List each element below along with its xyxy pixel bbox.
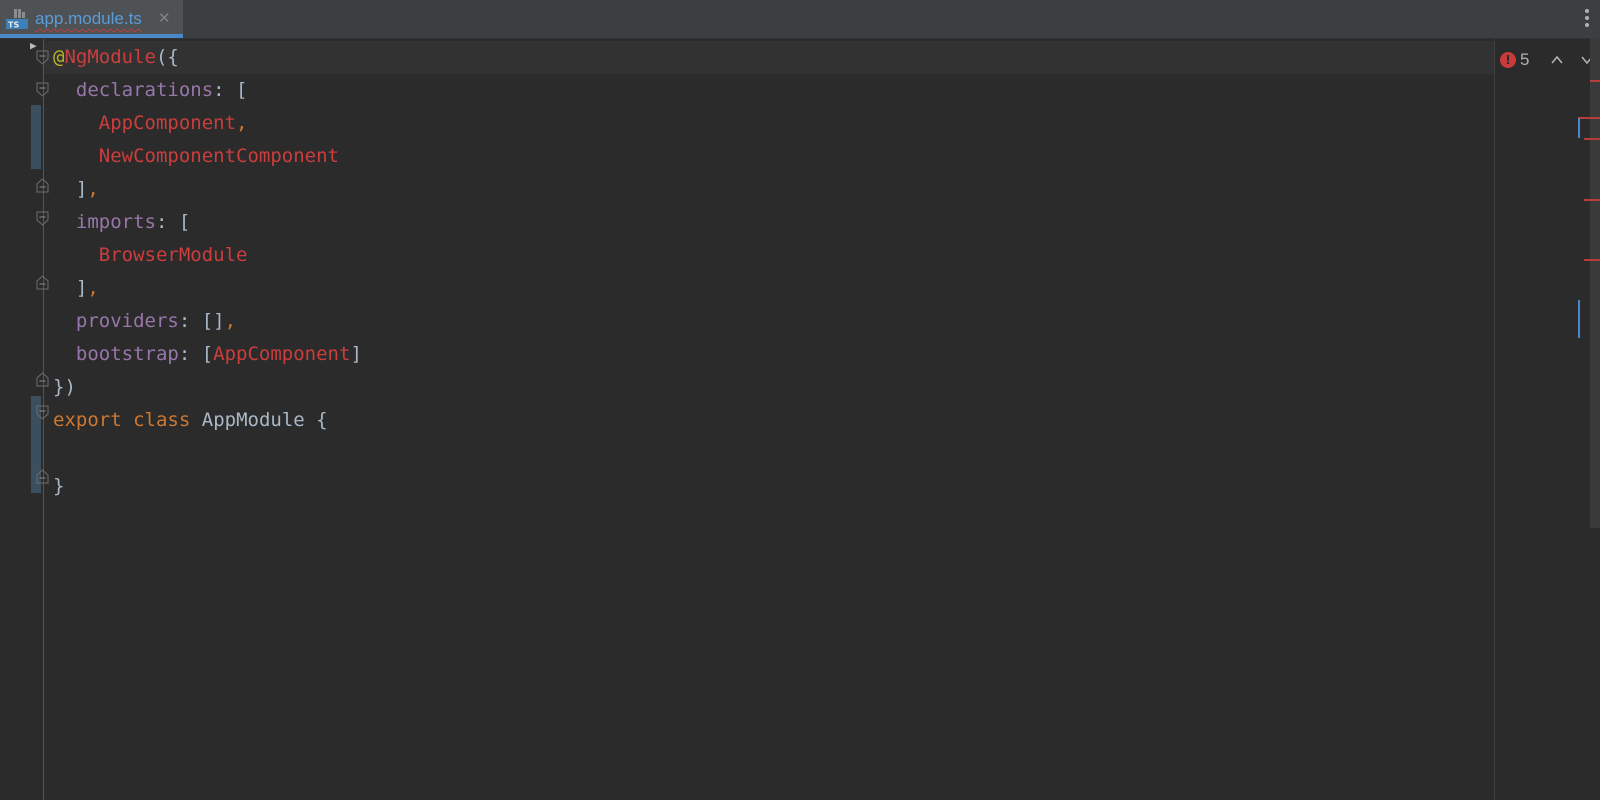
code-line-11: }) <box>53 371 76 404</box>
error-icon <box>1500 52 1516 68</box>
comma: , <box>236 112 248 134</box>
punctuation: ] <box>350 343 362 365</box>
comma: , <box>87 277 99 299</box>
close-icon[interactable]: ✕ <box>158 9 171 27</box>
property-key: declarations <box>75 79 214 101</box>
annotation-symbol: @ <box>53 46 65 68</box>
property-key: bootstrap <box>75 343 179 365</box>
decorator-name: NgModule <box>64 46 156 68</box>
error-stripe-mark[interactable] <box>1584 259 1600 261</box>
right-margin-guide <box>1494 39 1495 800</box>
error-stripe-mark[interactable] <box>1584 138 1600 140</box>
fold-open-icon[interactable] <box>36 50 49 65</box>
chevron-up-icon[interactable] <box>1550 53 1564 67</box>
fold-close-icon[interactable] <box>36 178 49 193</box>
fold-close-icon[interactable] <box>36 275 49 290</box>
fold-close-icon[interactable] <box>36 469 49 484</box>
code-line-3: AppComponent, <box>53 107 248 140</box>
punctuation: : [ <box>178 343 214 365</box>
svg-text:TS: TS <box>8 21 19 30</box>
typescript-file-icon: TS <box>6 9 28 30</box>
code-editor[interactable]: ▶ @NgModule({ declarations: [ AppCompone… <box>0 39 1600 800</box>
unresolved-identifier: AppComponent <box>213 343 351 365</box>
code-line-9: providers: [], <box>53 305 236 338</box>
error-count: 5 <box>1520 50 1530 69</box>
error-stripe-mark[interactable] <box>1578 117 1600 119</box>
tab-label: app.module.ts <box>35 9 142 28</box>
more-options-icon[interactable] <box>1582 6 1592 30</box>
punctuation: ({ <box>155 46 179 68</box>
code-line-14: } <box>53 470 64 503</box>
keyword: class <box>133 409 191 431</box>
unresolved-identifier: AppComponent <box>98 112 237 134</box>
punctuation: }) <box>53 376 76 398</box>
error-stripe-mark[interactable] <box>1584 199 1600 201</box>
punctuation: ] <box>75 178 88 200</box>
class-name: AppModule <box>201 409 305 431</box>
code-line-6: imports: [ <box>53 206 190 239</box>
editor-tab-bar: TS app.module.ts ✕ <box>0 0 1600 39</box>
code-line-5: ], <box>53 173 99 206</box>
vertical-scrollbar[interactable] <box>1590 38 1600 528</box>
punctuation: { <box>316 409 328 431</box>
current-line-highlight <box>44 41 1494 74</box>
fold-open-icon[interactable] <box>36 211 49 226</box>
punctuation: : [] <box>178 310 225 332</box>
code-line-7: BrowserModule <box>53 239 248 272</box>
keyword: export <box>53 409 122 431</box>
punctuation: : [ <box>213 79 248 101</box>
unresolved-identifier: NewComponentComponent <box>98 145 339 167</box>
fold-close-icon[interactable] <box>36 372 49 387</box>
unresolved-identifier: BrowserModule <box>98 244 248 266</box>
punctuation: } <box>53 475 65 497</box>
fold-open-icon[interactable] <box>36 405 49 420</box>
code-line-12: export class AppModule { <box>53 404 328 437</box>
comma: , <box>224 310 237 332</box>
code-line-8: ], <box>53 272 99 305</box>
vcs-change-marker <box>31 105 41 169</box>
comma: , <box>87 178 99 200</box>
property-key: providers <box>75 310 179 332</box>
tab-app-module[interactable]: TS app.module.ts ✕ <box>0 0 183 38</box>
change-stripe-mark[interactable] <box>1578 118 1580 138</box>
change-stripe-mark[interactable] <box>1578 300 1580 338</box>
code-line-4: NewComponentComponent <box>53 140 339 173</box>
fold-open-icon[interactable] <box>36 82 49 97</box>
property-key: imports <box>75 211 156 233</box>
code-line-2: declarations: [ <box>53 74 248 107</box>
code-line-10: bootstrap: [AppComponent] <box>53 338 362 371</box>
code-line-1: @NgModule({ <box>53 41 179 74</box>
punctuation: ] <box>75 277 88 299</box>
punctuation: : [ <box>155 211 191 233</box>
error-stripe-mark[interactable] <box>1590 80 1600 82</box>
